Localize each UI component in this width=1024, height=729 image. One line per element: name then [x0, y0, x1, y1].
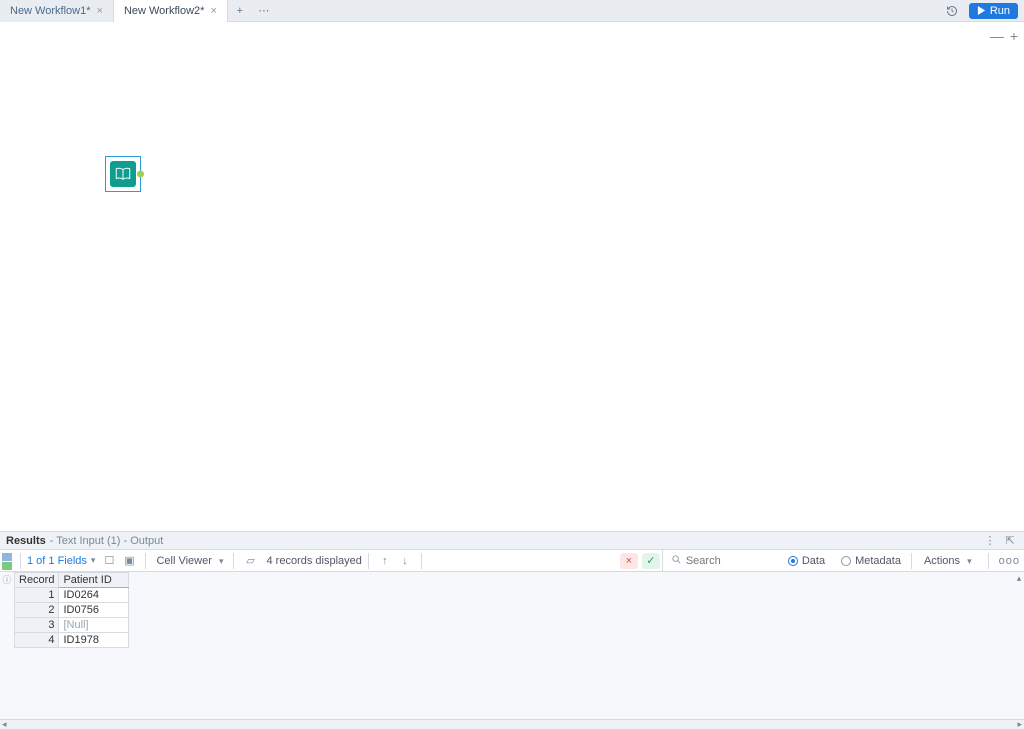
text-input-tool-node[interactable] — [105, 156, 141, 192]
new-tab-button[interactable]: + — [228, 5, 252, 17]
deselect-fields-icon[interactable]: ☐ — [101, 553, 117, 569]
table-row[interactable]: 4 ID1978 — [15, 633, 129, 648]
metadata-radio[interactable] — [841, 556, 851, 566]
chevron-down-icon: ▾ — [967, 556, 972, 566]
scroll-up-icon[interactable]: ▴ — [1014, 572, 1024, 584]
cell-viewer-dropdown[interactable]: Cell Viewer ▾ — [156, 555, 227, 567]
kebab-icon[interactable]: ⋮ — [982, 534, 998, 547]
search-icon — [671, 554, 682, 568]
run-button[interactable]: Run — [969, 3, 1018, 19]
table-row[interactable]: 1 ID0264 — [15, 588, 129, 603]
more-icon[interactable]: ooo — [995, 555, 1024, 567]
info-icon[interactable]: ⓘ — [2, 574, 12, 584]
horizontal-scrollbar[interactable]: ◂ ▸ — [0, 719, 1024, 729]
search-input[interactable] — [686, 555, 776, 567]
record-count: 4 records displayed — [266, 555, 361, 567]
fields-dropdown[interactable]: 1 of 1 Fields — [27, 555, 87, 567]
tab-label: New Workflow2* — [124, 5, 205, 17]
table-header-row: Record Patient ID — [15, 573, 129, 588]
chevron-down-icon: ▾ — [91, 555, 96, 566]
scroll-left-icon[interactable]: ◂ — [2, 719, 7, 729]
success-toggle[interactable]: ✓ — [642, 553, 660, 569]
close-icon[interactable]: × — [97, 5, 103, 17]
table-row[interactable]: 3 [Null] — [15, 618, 129, 633]
sort-asc-icon[interactable]: ↑ — [377, 553, 393, 569]
popout-icon[interactable]: ⇱ — [1002, 534, 1018, 547]
plus-icon[interactable]: + — [1010, 28, 1018, 44]
workflow-tabbar: New Workflow1* × New Workflow2* × + ⋯ Ru… — [0, 0, 1024, 22]
workflow-canvas[interactable]: — + — [0, 22, 1024, 532]
data-radio-label: Data — [802, 555, 825, 567]
results-toolbar: 1 of 1 Fields ▾ ☐ ▣ Cell Viewer ▾ ▱ 4 re… — [0, 550, 1024, 572]
col-record[interactable]: Record — [15, 573, 59, 588]
search-box[interactable] — [662, 550, 784, 572]
text-input-icon — [110, 161, 136, 187]
metadata-radio-label: Metadata — [855, 555, 901, 567]
filter-icon[interactable]: ▱ — [242, 553, 258, 569]
results-grid[interactable]: Record Patient ID 1 ID0264 2 ID0756 3 [N… — [14, 572, 129, 648]
results-title: Results — [6, 535, 46, 547]
col-patient-id[interactable]: Patient ID — [59, 573, 129, 588]
close-icon[interactable]: × — [210, 5, 216, 17]
actions-dropdown[interactable]: Actions ▾ — [918, 555, 982, 567]
tab-overflow-button[interactable]: ⋯ — [252, 4, 276, 17]
results-header: Results - Text Input (1) - Output ⋮ ⇱ — [0, 532, 1024, 550]
history-icon[interactable] — [941, 0, 963, 22]
results-grid-area: ⓘ Record Patient ID 1 ID0264 2 ID0756 3 … — [0, 572, 1024, 729]
workflow-tab[interactable]: New Workflow2* × — [114, 0, 228, 22]
tab-label: New Workflow1* — [10, 5, 91, 17]
sort-desc-icon[interactable]: ↓ — [397, 553, 413, 569]
data-radio[interactable] — [788, 556, 798, 566]
chevron-down-icon: ▾ — [219, 556, 224, 566]
scroll-right-icon[interactable]: ▸ — [1017, 719, 1022, 729]
minimize-icon[interactable]: — — [990, 28, 1004, 44]
select-fields-icon[interactable]: ▣ — [121, 553, 137, 569]
anchor-selector[interactable] — [0, 552, 14, 570]
error-toggle[interactable]: × — [620, 553, 638, 569]
table-row[interactable]: 2 ID0756 — [15, 603, 129, 618]
results-subtitle: - Text Input (1) - Output — [50, 535, 164, 547]
workflow-tab[interactable]: New Workflow1* × — [0, 0, 114, 22]
run-label: Run — [990, 5, 1010, 17]
